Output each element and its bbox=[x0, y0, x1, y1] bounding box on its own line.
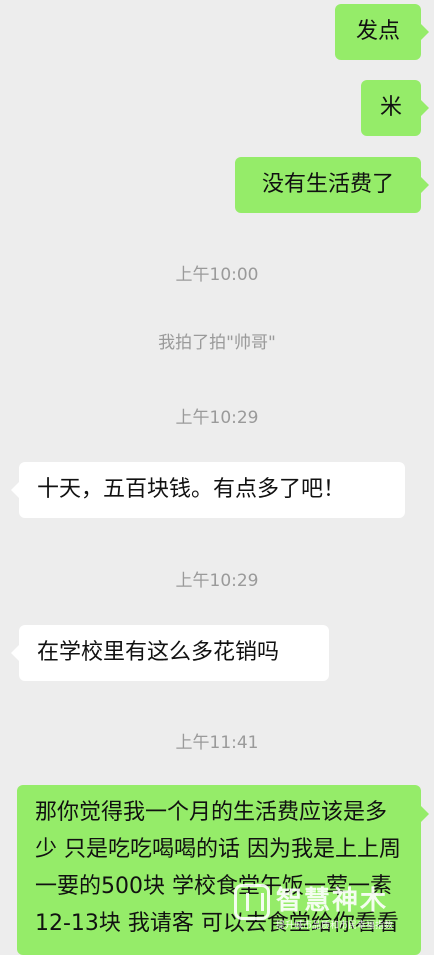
bubble-tail bbox=[11, 645, 19, 661]
timestamp: 上午10:29 bbox=[175, 408, 259, 428]
bubble-tail bbox=[421, 24, 429, 40]
bubble-tail bbox=[421, 100, 429, 116]
message-text: 米 bbox=[379, 95, 402, 120]
message-text: 十天，五百块钱。有点多了吧！ bbox=[37, 477, 346, 502]
sent-message-bubble[interactable]: 发点 bbox=[335, 4, 421, 60]
message-text: 没有生活费了 bbox=[261, 172, 394, 197]
bubble-tail bbox=[421, 806, 429, 822]
watermark: 智慧神木 提升城市品质和市民幸福指数 bbox=[232, 880, 434, 938]
timestamp: 上午11:41 bbox=[175, 733, 259, 753]
watermark-title: 智慧神木 bbox=[276, 886, 389, 916]
watermark-subtitle: 提升城市品质和市民幸福指数 bbox=[276, 921, 394, 931]
message-text: 发点 bbox=[355, 19, 400, 44]
received-message-bubble[interactable]: 在学校里有这么多花销吗 bbox=[19, 625, 329, 681]
bubble-tail bbox=[11, 482, 19, 498]
message-text: 在学校里有这么多花销吗 bbox=[37, 640, 280, 665]
received-message-bubble[interactable]: 十天，五百块钱。有点多了吧！ bbox=[19, 462, 405, 518]
sent-message-bubble[interactable]: 没有生活费了 bbox=[235, 157, 421, 213]
sent-message-bubble[interactable]: 米 bbox=[361, 80, 421, 136]
bubble-tail bbox=[421, 177, 429, 193]
pat-notification: 我拍了拍"帅哥" bbox=[158, 333, 276, 353]
timestamp: 上午10:00 bbox=[175, 265, 259, 285]
watermark-logo-icon bbox=[234, 884, 270, 920]
timestamp: 上午10:29 bbox=[175, 571, 259, 591]
